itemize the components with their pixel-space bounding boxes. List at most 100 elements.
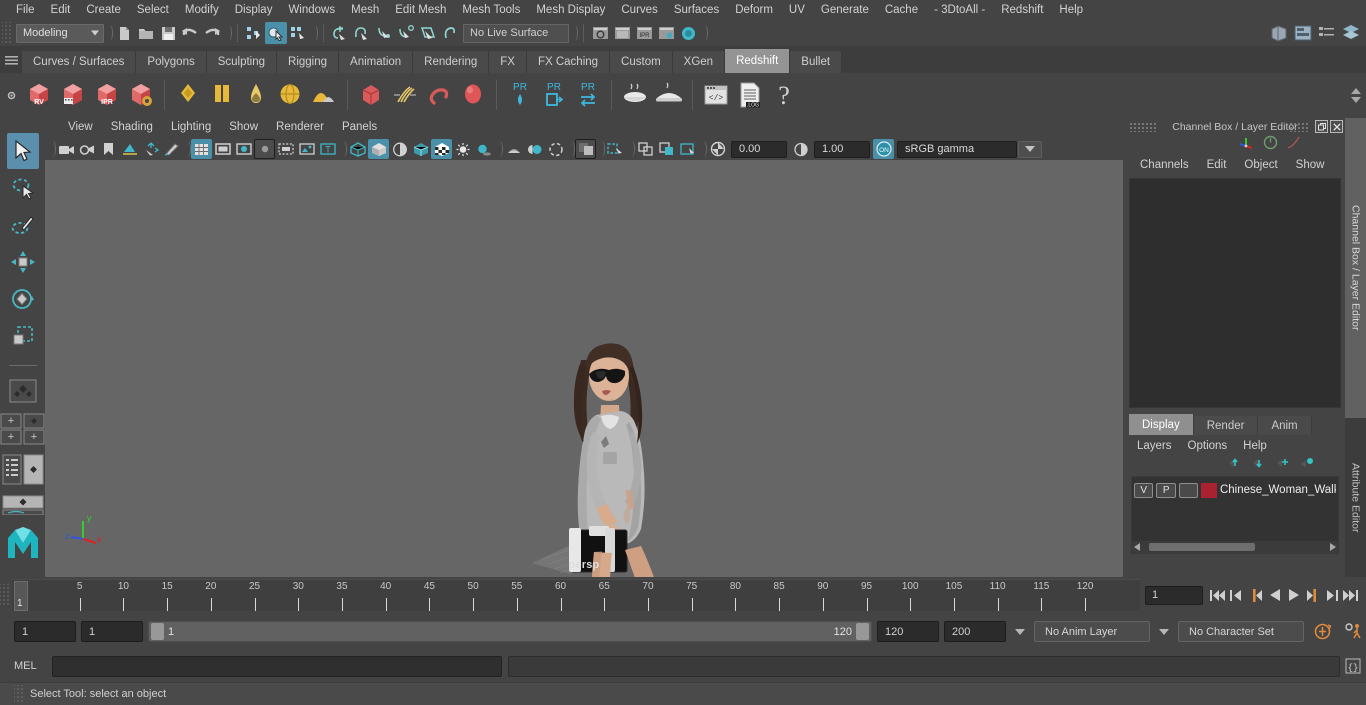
- redshift-render-settings-icon[interactable]: [124, 76, 158, 114]
- layer-menu-help[interactable]: Help: [1235, 440, 1275, 452]
- shelf-tab-sculpting[interactable]: Sculpting: [206, 51, 278, 73]
- menu-item-file[interactable]: File: [8, 0, 43, 20]
- redshift-environment-icon[interactable]: [307, 76, 341, 114]
- go-to-end-icon[interactable]: [1341, 583, 1360, 607]
- range-slider-left-handle[interactable]: [151, 623, 164, 640]
- range-slider-right-handle[interactable]: [856, 623, 869, 640]
- command-language-label[interactable]: MEL: [14, 660, 52, 672]
- motion-blur-icon[interactable]: [524, 139, 545, 159]
- shadows-icon[interactable]: [473, 139, 494, 159]
- redshift-script-editor-icon[interactable]: </>: [699, 76, 733, 114]
- redshift-incandescent-icon[interactable]: [239, 76, 273, 114]
- scale-tool[interactable]: [7, 318, 39, 354]
- current-frame-field[interactable]: 1: [1145, 585, 1203, 605]
- anim-layer-field[interactable]: No Anim Layer: [1034, 621, 1150, 642]
- viewport-snapshot-icon[interactable]: [677, 139, 698, 159]
- shelf-tab-fx-caching[interactable]: FX Caching: [526, 51, 611, 73]
- layer-menu-layers[interactable]: Layers: [1129, 440, 1180, 452]
- channel-box-curve-icon[interactable]: [1286, 135, 1301, 155]
- select-hierarchy-icon[interactable]: [243, 22, 265, 44]
- viewport-menu-shading[interactable]: Shading: [102, 117, 162, 138]
- render-current-frame-icon[interactable]: [611, 22, 633, 44]
- channel-box-menu-show[interactable]: Show: [1287, 159, 1334, 171]
- grease-pencil-icon[interactable]: [161, 139, 182, 159]
- character-set-dropdown-icon[interactable]: [1159, 628, 1169, 635]
- menu-item-3dtoall[interactable]: - 3DtoAll -: [926, 0, 993, 20]
- menu-item-curves[interactable]: Curves: [613, 0, 665, 20]
- lasso-select-tool[interactable]: [7, 170, 39, 206]
- isolate-select-icon[interactable]: [575, 139, 596, 159]
- redshift-hair-icon[interactable]: [388, 76, 422, 114]
- snap-to-projected-center-icon[interactable]: [395, 22, 417, 44]
- exposure-field[interactable]: 0.00: [731, 140, 787, 158]
- layer-playback-toggle[interactable]: P: [1156, 482, 1176, 498]
- redshift-render-sequence-icon[interactable]: [56, 76, 90, 114]
- status-line-grip[interactable]: [2, 22, 12, 44]
- display-layer-list[interactable]: V P Chinese_Woman_Walk: [1131, 476, 1339, 554]
- text-overlay-icon[interactable]: T: [317, 139, 338, 159]
- shelf-scroll-down-icon[interactable]: [1351, 96, 1361, 103]
- redshift-pr-convert-icon[interactable]: PR: [571, 76, 605, 114]
- menu-item-select[interactable]: Select: [129, 0, 177, 20]
- menu-item-surfaces[interactable]: Surfaces: [666, 0, 727, 20]
- layer-visibility-toggle[interactable]: V: [1134, 482, 1154, 498]
- new-layer-from-selected-icon[interactable]: [1300, 456, 1315, 474]
- move-layer-up-icon[interactable]: [1228, 456, 1243, 474]
- layer-menu-options[interactable]: Options: [1180, 440, 1236, 452]
- shelf-menu-icon[interactable]: [0, 46, 22, 73]
- smooth-shade-all-icon[interactable]: [368, 139, 389, 159]
- render-settings-icon[interactable]: [655, 22, 677, 44]
- help-line-grip[interactable]: [14, 685, 24, 703]
- shelf-tab-fx[interactable]: FX: [489, 51, 527, 73]
- menu-item-modify[interactable]: Modify: [177, 0, 227, 20]
- time-slider[interactable]: 1 5 10 15 20 25 30 35 40 45 50 55 60 65 70 75 80 85 90 95 1…: [12, 579, 1140, 611]
- redo-icon[interactable]: [201, 22, 223, 44]
- safe-action-icon[interactable]: [296, 139, 317, 159]
- redshift-pr-point-light-icon[interactable]: PR: [503, 76, 537, 114]
- menu-item-edit[interactable]: Edit: [43, 0, 79, 20]
- ipr-render-icon[interactable]: IPR: [633, 22, 655, 44]
- move-layer-down-icon[interactable]: [1252, 456, 1267, 474]
- panel-grip-left[interactable]: [1129, 122, 1157, 132]
- viewport-menu-show[interactable]: Show: [220, 117, 267, 138]
- step-back-keyframe-icon[interactable]: [1227, 583, 1246, 607]
- channel-box-menu-edit[interactable]: Edit: [1198, 159, 1236, 171]
- auto-keyframe-icon[interactable]: [1309, 622, 1335, 641]
- show-hide-modeling-toolkit-icon[interactable]: [1268, 22, 1290, 44]
- animation-end-time-field[interactable]: 200: [944, 621, 1006, 642]
- xray-active-components-icon[interactable]: [656, 139, 677, 159]
- character-set-field[interactable]: No Character Set: [1178, 621, 1304, 642]
- redshift-ipr-icon[interactable]: IPR: [90, 76, 124, 114]
- menu-item-edit-mesh[interactable]: Edit Mesh: [387, 0, 454, 20]
- layer-list-horizontal-scrollbar[interactable]: [1132, 541, 1338, 553]
- camera-attributes-icon[interactable]: [77, 139, 98, 159]
- playback-start-time-field[interactable]: 1: [81, 621, 143, 642]
- menu-item-redshift[interactable]: Redshift: [993, 0, 1051, 20]
- menu-item-help[interactable]: Help: [1051, 0, 1091, 20]
- menu-item-generate[interactable]: Generate: [813, 0, 877, 20]
- layer-tab-anim[interactable]: Anim: [1258, 416, 1312, 435]
- menu-item-mesh[interactable]: Mesh: [343, 0, 387, 20]
- color-management-dropdown-icon[interactable]: [1018, 140, 1042, 158]
- play-forwards-icon[interactable]: [1284, 583, 1303, 607]
- channel-box-icon[interactable]: [1340, 22, 1362, 44]
- current-time-indicator[interactable]: 1: [14, 581, 28, 611]
- image-plane-icon[interactable]: [119, 139, 140, 159]
- command-input[interactable]: [52, 655, 502, 677]
- exposure-icon[interactable]: [707, 139, 728, 159]
- single-perspective-layout[interactable]: [8, 378, 38, 409]
- shelf-scroll-arrows[interactable]: [1348, 74, 1364, 116]
- move-tool[interactable]: [7, 244, 39, 280]
- menu-item-display[interactable]: Display: [227, 0, 281, 20]
- textured-icon[interactable]: [431, 139, 452, 159]
- menu-item-deform[interactable]: Deform: [727, 0, 781, 20]
- viewport-menu-view[interactable]: View: [59, 117, 102, 138]
- snap-to-grid-icon[interactable]: [329, 22, 351, 44]
- step-back-frame-icon[interactable]: [1246, 583, 1265, 607]
- redshift-pr-portal-icon[interactable]: PR: [537, 76, 571, 114]
- sidetab-attribute-editor[interactable]: Attribute Editor: [1345, 418, 1366, 577]
- screen-space-ao-icon[interactable]: [503, 139, 524, 159]
- new-scene-icon[interactable]: [113, 22, 135, 44]
- shelf-tab-curves-surfaces[interactable]: Curves / Surfaces: [22, 51, 137, 73]
- shelf-scroll-up-icon[interactable]: [1351, 87, 1361, 94]
